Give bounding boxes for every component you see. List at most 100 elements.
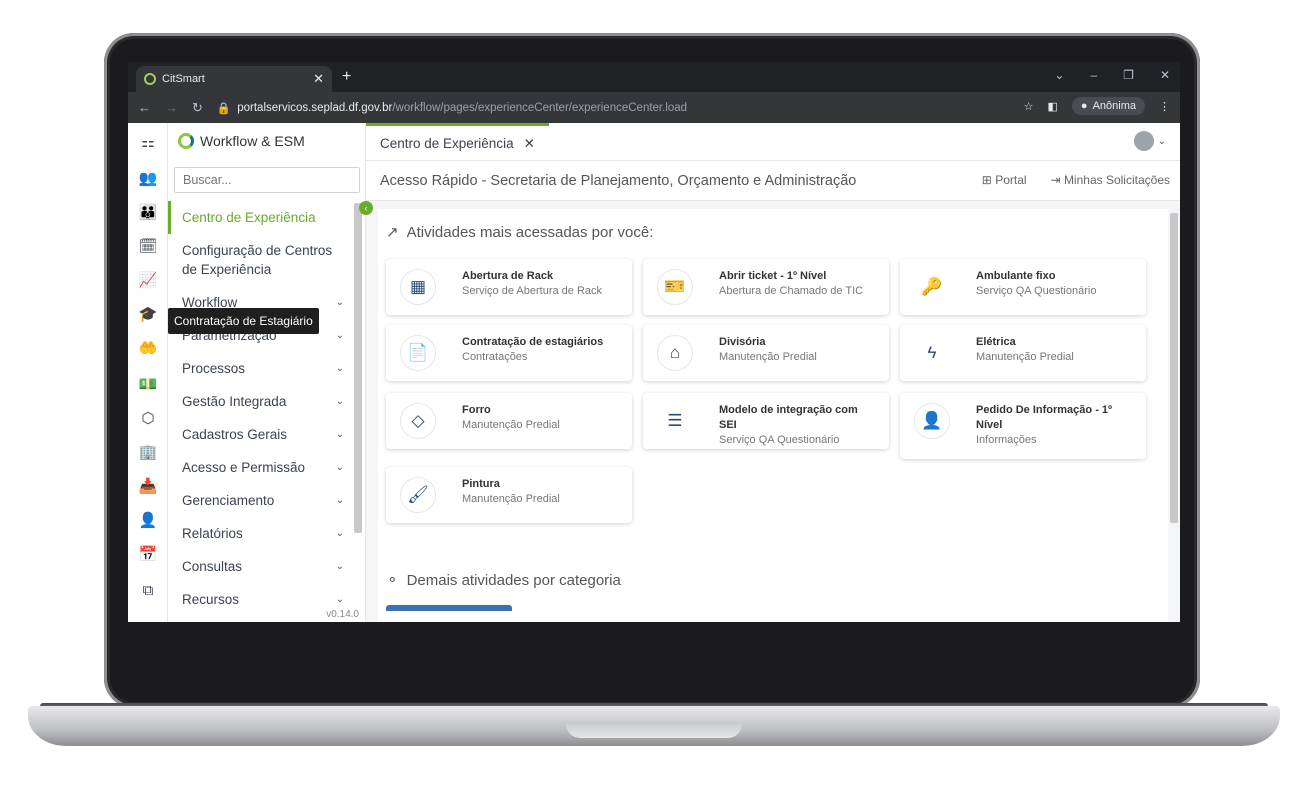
my-requests-link[interactable]: ⇥ Minhas Solicitações <box>1051 173 1170 187</box>
sidebar-item-label: Acesso e Permissão <box>182 460 306 475</box>
portal-label: Portal <box>995 173 1027 187</box>
card-eletrica[interactable]: ϟ Elétrica Manutenção Predial <box>900 325 1146 381</box>
rack-icon: ▦ <box>400 269 436 305</box>
laptop-stage: CitSmart ✕ + ⌄ – ❐ ✕ ← → ↻ 🔒 portalservi… <box>0 0 1308 800</box>
side-panel-icon[interactable]: ◧ <box>1048 100 1058 113</box>
app: ⚏ 👥 👪 🗓 📈 🎓 🤲 💵 ⬡ 🏢 📥 👤 📅 ⧉ Workflow & E <box>128 123 1180 622</box>
sidebar-item-gestao-integrada[interactable]: Gestão Integrada ⌄ <box>168 385 354 418</box>
users-globe-icon[interactable]: 👥 <box>137 167 159 189</box>
user-menu[interactable]: ⌄ <box>1133 131 1166 151</box>
brand-logo-icon <box>178 133 194 149</box>
apps-grid-icon[interactable]: ⚏ <box>137 131 159 153</box>
sidebar-item-label: Cadastros Gerais <box>182 427 288 442</box>
card-subtitle: Serviço de Abertura de Rack <box>462 285 603 297</box>
chevron-down-icon: ⌄ <box>335 363 344 374</box>
card-title: Ambulante fixo <box>976 270 1056 282</box>
card-pintura[interactable]: 🖌 Pintura Manutenção Predial <box>386 467 632 523</box>
calendar-icon[interactable]: 🗓 <box>137 235 159 257</box>
section-most-accessed: ↗ Atividades mais acessadas por você: <box>386 223 653 242</box>
lock-icon: 🔒 <box>216 102 232 115</box>
sidebar-item-label: Gerenciamento <box>182 493 275 508</box>
sidebar-item-processos[interactable]: Processos ⌄ <box>168 352 354 385</box>
person-question-icon: 👤 <box>914 403 950 439</box>
expand-icon[interactable]: ⧉ <box>137 579 159 601</box>
card-ambulante-fixo[interactable]: 🔑 Ambulante fixo Serviço QA Questionário <box>900 259 1146 315</box>
sidebar-item-consultas[interactable]: Consultas ⌄ <box>168 550 354 583</box>
card-divisoria[interactable]: ⌂ Divisória Manutenção Predial <box>643 325 889 381</box>
calendar-star-icon[interactable]: 📅 <box>137 543 159 565</box>
sidebar-menu: Centro de Experiência Configuração de Ce… <box>168 201 354 609</box>
team-icon[interactable]: 👪 <box>137 201 159 223</box>
sidebar-item-label: Recursos <box>182 592 240 607</box>
sidebar-item-label: Processos <box>182 361 246 376</box>
brand: Workflow & ESM <box>178 133 305 149</box>
search-input[interactable] <box>174 167 360 193</box>
sidebar-item-gerenciamento[interactable]: Gerenciamento ⌄ <box>168 484 354 517</box>
sidebar-scrollbar[interactable] <box>354 203 362 533</box>
card-abrir-ticket[interactable]: 🎫 Abrir ticket - 1º Nível Abertura de Ch… <box>643 259 889 315</box>
chevron-down-icon: ⌄ <box>335 561 344 572</box>
sidebar-item-label: Relatórios <box>182 526 243 541</box>
close-icon[interactable]: ✕ <box>524 136 535 152</box>
browser-tab[interactable]: CitSmart ✕ <box>136 66 332 92</box>
restore-icon[interactable]: ❐ <box>1123 68 1134 82</box>
new-tab-icon[interactable]: + <box>342 68 351 86</box>
url-field[interactable]: 🔒 portalservicos.seplad.df.gov.br/workfl… <box>217 101 687 115</box>
chart-icon[interactable]: 📈 <box>137 269 159 291</box>
card-forro[interactable]: ◇ Forro Manutenção Predial <box>386 393 632 449</box>
icon-rail: ⚏ 👥 👪 🗓 📈 🎓 🤲 💵 ⬡ 🏢 📥 👤 📅 ⧉ <box>128 123 168 622</box>
inbox-icon[interactable]: 📥 <box>137 475 159 497</box>
sidebar-item-configuracao[interactable]: Configuração de Centros de Experiência <box>168 234 354 286</box>
card-subtitle: Manutenção Predial <box>976 351 1074 363</box>
chevron-down-icon[interactable]: ⌄ <box>1054 68 1064 82</box>
card-pedido-informacao[interactable]: 👤 Pedido De Informação - 1º Nível Inform… <box>900 393 1146 459</box>
close-window-icon[interactable]: ✕ <box>1160 68 1170 82</box>
tab-label: Centro de Experiência <box>380 136 514 151</box>
card-subtitle: Contratações <box>462 351 528 363</box>
people-icon[interactable]: 👤 <box>137 509 159 531</box>
card-title: Contratação de estagiários <box>462 336 604 348</box>
card-title: Pedido De Informação - 1º Nível <box>976 404 1113 431</box>
forward-icon[interactable]: → <box>165 100 178 116</box>
money-icon[interactable]: 💵 <box>137 373 159 395</box>
hand-coin-icon[interactable]: 🤲 <box>137 337 159 359</box>
card-abertura-rack[interactable]: ▦ Abertura de Rack Serviço de Abertura d… <box>386 259 632 315</box>
trending-up-icon: ↗ <box>386 224 399 241</box>
sidebar-item-label: Consultas <box>182 559 243 574</box>
chevron-down-icon: ⌄ <box>335 495 344 506</box>
profile-label: Anônima <box>1092 100 1136 112</box>
close-tab-icon[interactable]: ✕ <box>313 71 324 87</box>
sidebar-item-relatorios[interactable]: Relatórios ⌄ <box>168 517 354 550</box>
category-tab[interactable] <box>386 605 512 611</box>
my-requests-label: Minhas Solicitações <box>1063 173 1170 187</box>
content-scrollbar[interactable] <box>1170 213 1178 523</box>
portal-link[interactable]: ⊞ Portal <box>982 173 1027 187</box>
page-header: Acesso Rápido - Secretaria de Planejamen… <box>366 161 1180 201</box>
card-subtitle: Manutenção Predial <box>719 351 817 363</box>
back-icon[interactable]: ← <box>138 100 151 116</box>
card-contratacao-estagiarios[interactable]: 📄 Contratação de estagiários Contrataçõe… <box>386 325 632 381</box>
star-icon[interactable]: ☆ <box>1024 100 1034 113</box>
page-title: Acesso Rápido - Secretaria de Planejamen… <box>380 173 857 189</box>
building-icon[interactable]: 🏢 <box>137 441 159 463</box>
graduation-cap-icon[interactable]: 🎓 <box>137 303 159 325</box>
sidebar-item-label: Gestão Integrada <box>182 394 287 409</box>
card-subtitle: Serviço QA Questionário <box>719 434 840 446</box>
browser-tab-title: CitSmart <box>162 73 205 85</box>
reload-icon[interactable]: ↻ <box>192 100 203 116</box>
main-area: Centro de Experiência ✕ ⌄ Acesso Rápido … <box>366 123 1180 622</box>
window-controls: ⌄ – ❐ ✕ <box>1054 68 1170 82</box>
url-host: portalservicos.seplad.df.gov.br <box>237 101 393 114</box>
code-icon[interactable]: ⬡ <box>137 407 159 429</box>
card-title: Forro <box>462 404 491 416</box>
sidebar-item-recursos[interactable]: Recursos ⌄ <box>168 583 354 609</box>
menu-kebab-icon[interactable]: ⋮ <box>1159 100 1170 113</box>
sidebar-item-acesso-permissao[interactable]: Acesso e Permissão ⌄ <box>168 451 354 484</box>
tab-centro-experiencia[interactable]: Centro de Experiência ✕ <box>366 123 549 161</box>
sidebar-item-cadastros-gerais[interactable]: Cadastros Gerais ⌄ <box>168 418 354 451</box>
card-title: Abrir ticket - 1º Nível <box>719 270 827 282</box>
sidebar-item-centro-experiencia[interactable]: Centro de Experiência <box>168 201 354 234</box>
card-modelo-integracao-sei[interactable]: ☰ Modelo de integração com SEI Serviço Q… <box>643 393 889 449</box>
profile-button[interactable]: ● Anônima <box>1071 97 1145 115</box>
minimize-icon[interactable]: – <box>1090 68 1097 82</box>
